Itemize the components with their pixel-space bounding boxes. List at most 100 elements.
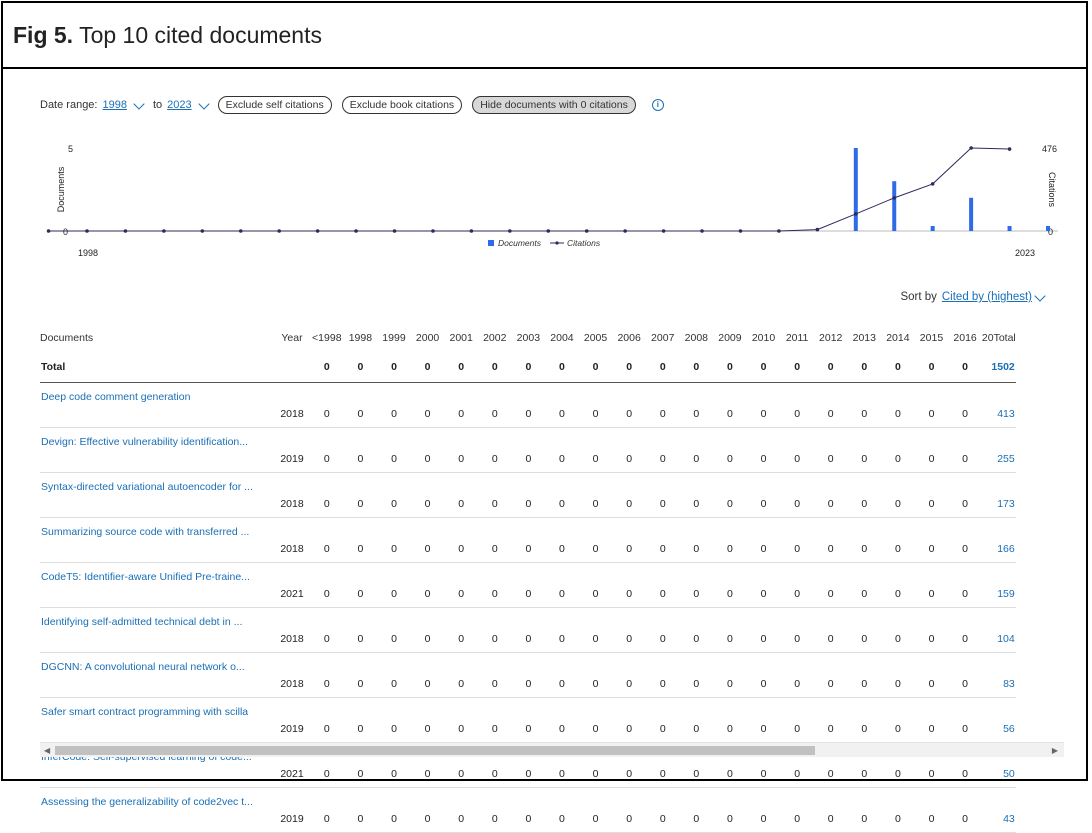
document-title-link[interactable]: Deep code comment generation [40,382,274,428]
document-total-link[interactable]: 43 [981,787,1016,833]
document-total-link[interactable]: 83 [981,652,1016,698]
column-header-year-value[interactable]: 1998 [344,324,378,352]
citation-count: 0 [914,562,949,608]
citation-count: 0 [813,427,848,473]
column-header-year-value[interactable]: 2011 [780,324,814,352]
column-header-year-value[interactable]: 2013 [848,324,882,352]
citation-count: 0 [645,382,680,428]
document-title-link[interactable]: Identifying self-admitted technical debt… [40,607,274,653]
citation-count: 0 [377,517,411,563]
document-title-link[interactable]: Safer smart contract programming with sc… [40,697,274,743]
horizontal-scrollbar[interactable]: ◀ ▶ [40,742,1064,757]
citation-count: 0 [713,607,747,653]
citation-count: 0 [578,652,613,698]
total-row-value: 0 [343,352,378,383]
citation-count: 0 [679,697,714,743]
document-title-link[interactable]: CodeT5: Identifier-aware Unified Pre-tra… [40,562,274,608]
legend-citations-label: Citations [567,238,601,248]
column-header-year-value[interactable]: 2000 [411,324,445,352]
column-header-year-value[interactable]: 2005 [579,324,613,352]
citation-count: 0 [914,607,949,653]
grand-total-link[interactable]: 1502 [981,352,1016,383]
chevron-down-icon[interactable] [1034,289,1046,302]
scrollbar-thumb[interactable] [55,746,815,755]
column-header-year-value[interactable]: 2004 [545,324,579,352]
scroll-right-icon[interactable]: ▶ [1052,746,1058,755]
document-total-link[interactable]: 56 [981,697,1016,743]
column-header-year-value[interactable]: 2016 [948,324,982,352]
column-header-year-value[interactable]: 2008 [680,324,714,352]
citation-count: 0 [578,562,613,608]
citation-count: 0 [746,562,781,608]
chevron-down-icon[interactable] [133,97,145,110]
column-header-year-value[interactable]: 2010 [747,324,781,352]
citation-count: 0 [813,652,848,698]
document-total-link[interactable]: 159 [981,562,1016,608]
column-header-year-value[interactable]: 2009 [713,324,747,352]
document-total-link[interactable]: 166 [981,517,1016,563]
document-total-link[interactable]: 173 [981,472,1016,518]
citation-count: 0 [410,652,445,698]
from-year-dropdown[interactable]: 1998 [102,99,126,111]
column-header-year-value[interactable]: 2006 [612,324,646,352]
column-header-year-value[interactable]: 1999 [377,324,411,352]
citation-count: 0 [545,382,579,428]
citation-count: 0 [881,787,915,833]
citation-count: 0 [780,517,814,563]
column-header-year-value[interactable]: 2002 [478,324,512,352]
document-total-link[interactable]: 255 [981,427,1016,473]
document-total-link[interactable]: 104 [981,607,1016,653]
hide-zero-citations-button[interactable]: Hide documents with 0 citations [472,96,636,114]
citation-count: 0 [881,472,915,518]
exclude-book-citations-button[interactable]: Exclude book citations [341,96,463,114]
column-header-year-value[interactable]: 2015 [915,324,949,352]
citations-point [546,229,551,233]
table-total-row: Total 0 0 0 0 0 0 0 0 0 0 0 0 0 0 0 0 0 0 0 0 1502 [40,352,1016,383]
column-header-total[interactable]: 20Total [982,324,1016,352]
citation-count: 0 [377,697,411,743]
column-header-year-value[interactable]: <1998 [310,324,344,352]
document-title-link[interactable]: Devign: Effective vulnerability identifi… [40,427,274,473]
document-title-link[interactable]: Syntax-directed variational autoencoder … [40,472,274,518]
total-row-value: 0 [310,352,344,383]
citation-count: 0 [612,697,646,743]
column-header-year-value[interactable]: 2007 [646,324,680,352]
column-header-year[interactable]: Year [274,324,310,352]
document-year: 2018 [274,382,310,428]
citation-count: 0 [948,382,982,428]
citation-count: 0 [477,787,512,833]
document-title-link[interactable]: Assessing the generalizability of code2v… [40,787,274,833]
citation-count: 0 [377,427,411,473]
citation-count: 0 [612,607,646,653]
column-header-documents[interactable]: Documents [40,324,274,352]
column-header-year-value[interactable]: 2001 [444,324,478,352]
table-row: Assessing the generalizability of code2v… [40,787,1016,833]
exclude-self-citations-button[interactable]: Exclude self citations [217,96,332,114]
sort-dropdown[interactable]: Cited by (highest) [942,291,1032,303]
citation-count: 0 [914,472,949,518]
citation-count: 0 [746,697,781,743]
citation-count: 0 [310,607,344,653]
document-title-link[interactable]: DGCNN: A convolutional neural network o.… [40,652,274,698]
chevron-down-icon[interactable] [197,97,210,110]
citations-point [431,229,435,233]
to-year-dropdown[interactable]: 2023 [167,99,191,111]
citation-count: 0 [477,697,512,743]
citation-count: 0 [444,562,478,608]
citation-count: 0 [746,427,781,473]
citation-count: 0 [645,787,680,833]
document-title-link[interactable]: Summarizing source code with transferred… [40,517,274,563]
citations-point [123,229,128,233]
citations-point [854,212,858,216]
column-header-year-value[interactable]: 2012 [814,324,848,352]
citation-count: 0 [477,427,512,473]
column-header-year-value[interactable]: 2003 [512,324,546,352]
citation-count: 0 [746,652,781,698]
citation-count: 0 [343,652,378,698]
info-icon[interactable]: i [651,99,664,111]
document-total-link[interactable]: 413 [981,382,1016,428]
citations-point [623,229,627,233]
column-header-year-value[interactable]: 2014 [881,324,915,352]
citations-point [777,229,781,233]
scroll-left-icon[interactable]: ◀ [44,746,50,755]
